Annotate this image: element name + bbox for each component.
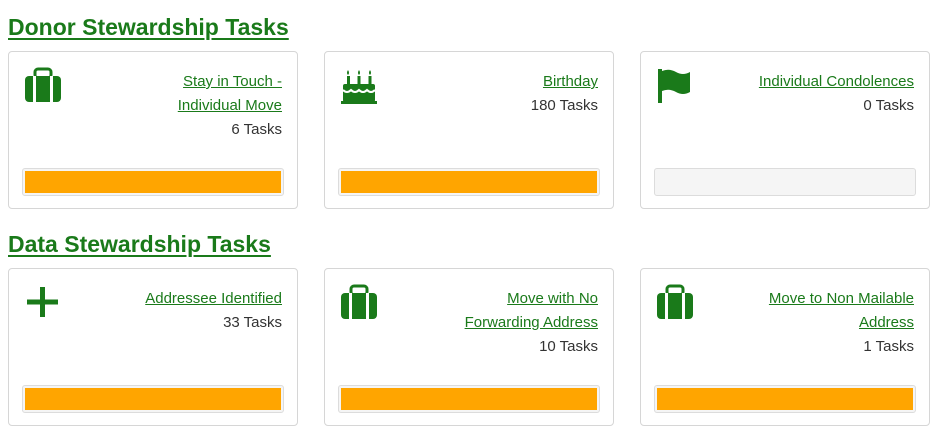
task-link-birthday[interactable]: Birthday bbox=[543, 73, 598, 90]
task-card-move-no-forwarding: Move with No Forwarding Address 10 Tasks bbox=[324, 268, 614, 426]
progress-fill bbox=[657, 388, 913, 410]
progress-fill bbox=[341, 171, 597, 193]
progress-bar bbox=[654, 168, 916, 196]
progress-bar bbox=[338, 168, 600, 196]
task-link-move-non-mailable[interactable]: Move to Non Mailable bbox=[769, 290, 914, 307]
task-link-move-non-mailable-line2[interactable]: Address bbox=[859, 314, 914, 331]
task-count: 10 Tasks bbox=[539, 338, 598, 355]
plus-icon bbox=[23, 283, 63, 323]
progress-bar bbox=[338, 385, 600, 413]
progress-fill bbox=[341, 388, 597, 410]
progress-bar bbox=[22, 168, 284, 196]
section-title-donor-stewardship[interactable]: Donor Stewardship Tasks bbox=[8, 14, 289, 41]
task-count: 0 Tasks bbox=[863, 97, 914, 114]
task-link-individual-condolences[interactable]: Individual Condolences bbox=[759, 73, 914, 90]
task-count: 33 Tasks bbox=[223, 314, 282, 331]
task-card-birthday: Birthday 180 Tasks bbox=[324, 51, 614, 209]
task-card-stay-in-touch: Stay in Touch - Individual Move 6 Tasks bbox=[8, 51, 298, 209]
task-count: 180 Tasks bbox=[530, 97, 598, 114]
task-count: 6 Tasks bbox=[231, 121, 282, 138]
suitcase-icon bbox=[655, 283, 695, 323]
task-card-move-non-mailable: Move to Non Mailable Address 1 Tasks bbox=[640, 268, 930, 426]
progress-bar bbox=[654, 385, 916, 413]
flag-icon bbox=[655, 66, 695, 106]
task-link-addressee-identified[interactable]: Addressee Identified bbox=[145, 290, 282, 307]
progress-fill bbox=[25, 171, 281, 193]
task-link-move-no-forwarding[interactable]: Move with No bbox=[507, 290, 598, 307]
task-count: 1 Tasks bbox=[863, 338, 914, 355]
progress-fill bbox=[25, 388, 281, 410]
task-card-addressee-identified: Addressee Identified 33 Tasks bbox=[8, 268, 298, 426]
task-link-stay-in-touch-line2[interactable]: Individual Move bbox=[178, 97, 282, 114]
section-title-data-stewardship[interactable]: Data Stewardship Tasks bbox=[8, 231, 271, 258]
suitcase-icon bbox=[23, 66, 63, 106]
task-link-move-no-forwarding-line2[interactable]: Forwarding Address bbox=[465, 314, 598, 331]
task-link-stay-in-touch[interactable]: Stay in Touch - bbox=[183, 73, 282, 90]
progress-bar bbox=[22, 385, 284, 413]
suitcase-icon bbox=[339, 283, 379, 323]
birthday-cake-icon bbox=[339, 66, 379, 106]
task-card-individual-condolences: Individual Condolences 0 Tasks bbox=[640, 51, 930, 209]
